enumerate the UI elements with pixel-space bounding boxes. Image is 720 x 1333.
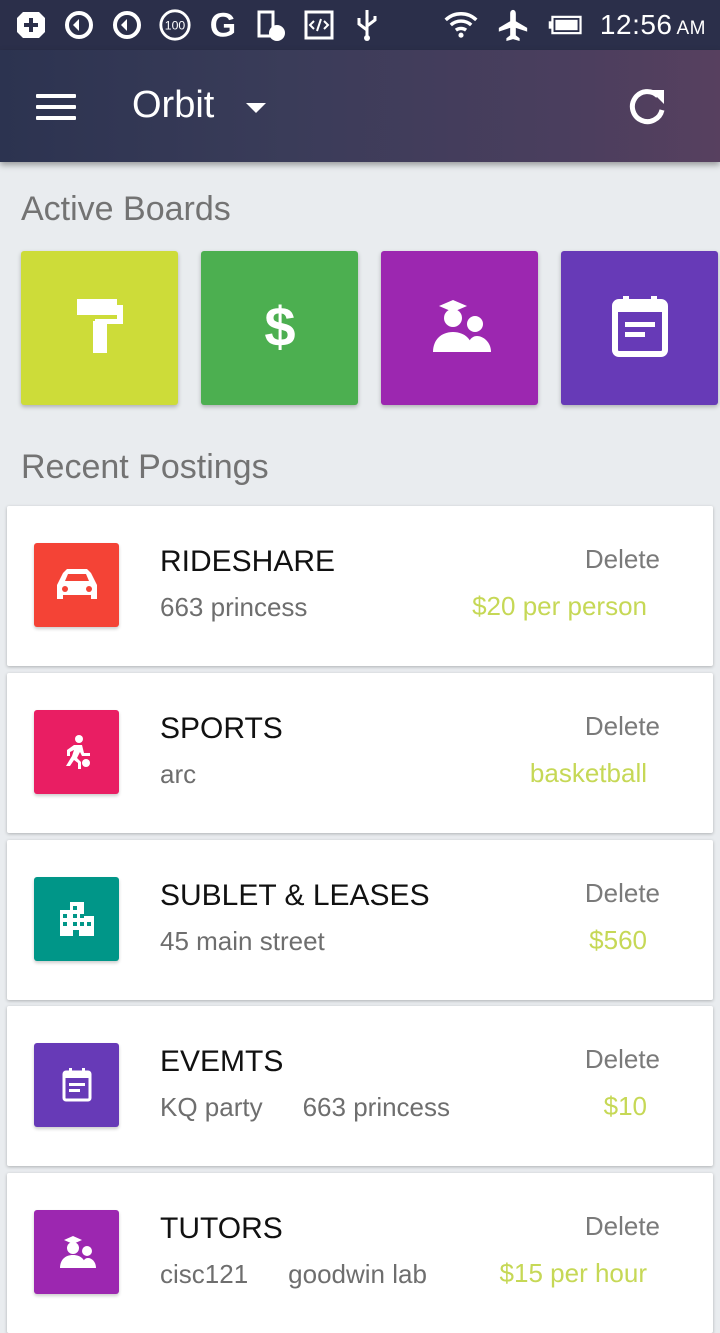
posting-detail: arc	[160, 759, 197, 789]
battery-100-icon: 100	[158, 8, 192, 42]
posting-category: SPORTS	[160, 712, 283, 745]
delete-button[interactable]: Delete	[585, 1044, 660, 1075]
event-icon	[611, 294, 669, 363]
caret-down-icon	[246, 102, 267, 113]
board-tutors[interactable]	[381, 251, 538, 405]
svg-text:G: G	[210, 7, 236, 43]
app-bar: Orbit	[0, 50, 720, 162]
app-title: Orbit	[132, 84, 215, 126]
posting-price: $15 per hour	[499, 1258, 647, 1288]
posting-price: $560	[589, 925, 647, 955]
posting-detail: 45 main street	[160, 926, 325, 956]
posting-price: basketball	[529, 758, 647, 788]
event-icon	[34, 1043, 119, 1127]
add-box-icon	[14, 8, 48, 42]
board-home-services[interactable]	[21, 251, 178, 405]
sync-icon	[62, 8, 96, 42]
posting-category: TUTORS	[160, 1212, 283, 1245]
paint-roller-icon	[75, 297, 125, 360]
posting-card[interactable]: EVEMTS KQ party 663 princess Delete $10	[7, 1006, 713, 1166]
refresh-icon[interactable]	[624, 84, 670, 130]
svg-text:$: $	[264, 296, 295, 356]
battery-check-icon	[254, 8, 288, 42]
svg-text:100: 100	[165, 19, 186, 33]
delete-button[interactable]: Delete	[585, 878, 660, 909]
usb-icon	[350, 8, 384, 42]
recent-postings-heading: Recent Postings	[21, 448, 269, 486]
posting-category: RIDESHARE	[160, 545, 336, 578]
wifi-icon	[444, 8, 478, 42]
status-right-icons: 12:56 AM	[444, 8, 706, 42]
building-icon	[34, 877, 119, 961]
posting-price: $20 per person	[472, 591, 647, 621]
status-bar: 100 G 12:56 AM	[0, 0, 720, 50]
airplane-icon	[496, 8, 530, 42]
delete-button[interactable]: Delete	[585, 544, 660, 575]
active-boards-heading: Active Boards	[21, 190, 231, 228]
board-finance[interactable]: $	[201, 251, 358, 405]
tutor-icon	[34, 1210, 119, 1294]
google-icon: G	[206, 7, 240, 43]
dollar-icon: $	[260, 295, 300, 361]
sports-icon	[34, 710, 119, 794]
delete-button[interactable]: Delete	[585, 1211, 660, 1242]
posting-card[interactable]: TUTORS cisc121 goodwin lab Delete $15 per…	[7, 1173, 713, 1333]
board-selector[interactable]: Orbit	[132, 84, 267, 127]
battery-icon	[548, 8, 582, 42]
posting-category: EVEMTS	[160, 1045, 284, 1078]
posting-detail: cisc121 goodwin lab	[160, 1259, 427, 1289]
posting-card[interactable]: RIDESHARE 663 princess Delete $20 per pe…	[7, 506, 713, 666]
tutor-icon	[427, 298, 493, 359]
hamburger-menu-icon[interactable]	[36, 94, 76, 122]
posting-price: $10	[603, 1091, 647, 1121]
posting-category: SUBLET & LEASES	[160, 879, 430, 912]
sync-icon	[110, 8, 144, 42]
car-icon	[34, 543, 119, 627]
code-icon	[302, 8, 336, 42]
posting-card[interactable]: SUBLET & LEASES 45 main street Delete $5…	[7, 840, 713, 1000]
posting-detail: KQ party 663 princess	[160, 1092, 451, 1122]
status-left-icons: 100 G	[14, 7, 384, 43]
posting-card[interactable]: SPORTS arc Delete basketball	[7, 673, 713, 833]
board-events[interactable]	[561, 251, 718, 405]
delete-button[interactable]: Delete	[585, 711, 660, 742]
status-time: 12:56 AM	[599, 9, 706, 40]
posting-detail: 663 princess	[160, 592, 308, 622]
active-boards: $	[21, 251, 720, 406]
